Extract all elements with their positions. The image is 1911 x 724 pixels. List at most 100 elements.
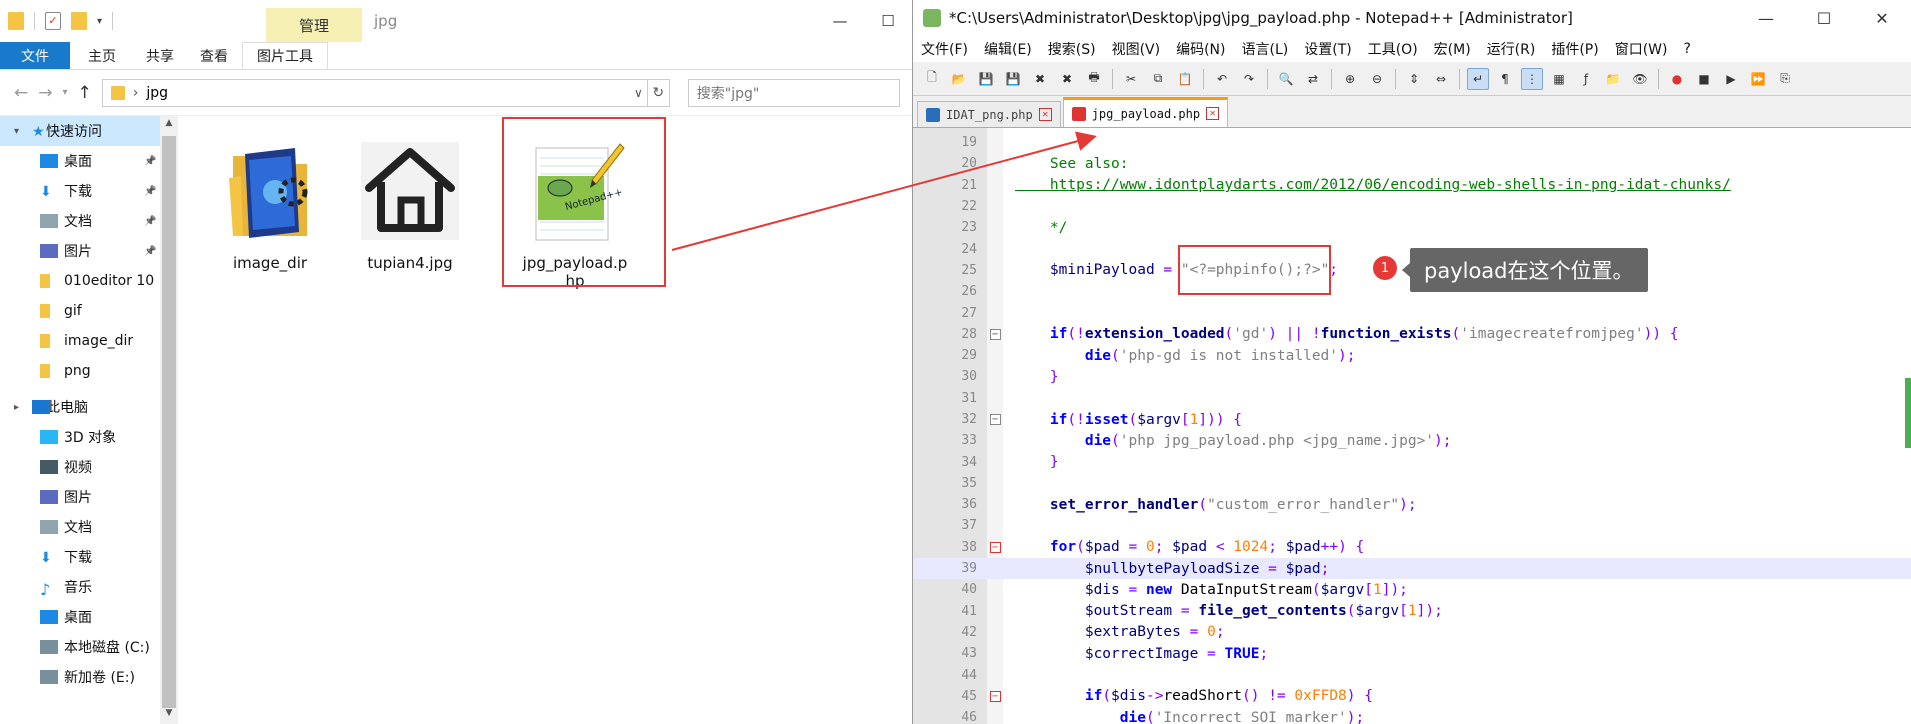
chevron-down-icon[interactable]: ∨ <box>634 86 643 100</box>
run-macro-icon[interactable]: ⏩ <box>1747 68 1769 90</box>
show-all-chars-icon[interactable]: ¶ <box>1494 68 1516 90</box>
file-item-tupian4-jpg[interactable]: tupian4.jpg <box>345 136 475 272</box>
fold-marker[interactable]: − <box>987 414 1003 425</box>
code-editor[interactable]: 19 20 See also: 21 https://www.idontplayda… <box>913 128 1911 724</box>
chevron-down-icon[interactable]: ▸ <box>14 402 19 413</box>
menu-item[interactable]: 语言(L) <box>1242 39 1289 59</box>
new-folder-icon[interactable] <box>71 12 87 30</box>
record-macro-icon[interactable]: ● <box>1666 68 1688 90</box>
up-arrow-icon[interactable]: ↑ <box>78 83 92 103</box>
folder-as-workspace-icon[interactable]: 📁 <box>1602 68 1624 90</box>
nav-item[interactable]: ▸ 此电脑 <box>0 392 176 422</box>
nav-item[interactable]: 桌面 📌 <box>0 146 176 176</box>
menu-item[interactable]: 窗口(W) <box>1615 39 1668 59</box>
menu-item[interactable]: 运行(R) <box>1487 39 1536 59</box>
nav-scrollbar[interactable]: ▲ ▼ <box>160 116 178 724</box>
save-icon[interactable]: 💾 <box>975 68 997 90</box>
tab-file[interactable]: 文件 <box>0 42 70 69</box>
menu-item[interactable]: 编辑(E) <box>984 39 1032 59</box>
zoom-in-icon[interactable]: ⊕ <box>1339 68 1361 90</box>
close-icon[interactable]: ✖ <box>1029 68 1051 90</box>
close-button[interactable]: ✕ <box>1853 0 1911 36</box>
doc-map-icon[interactable]: ▦ <box>1548 68 1570 90</box>
nav-item[interactable]: png <box>0 356 176 386</box>
nav-item[interactable]: 3D 对象 <box>0 422 176 452</box>
fold-marker[interactable]: − <box>987 690 1003 702</box>
minimize-button[interactable]: — <box>816 0 864 42</box>
function-list-icon[interactable]: ƒ <box>1575 68 1597 90</box>
collapse-icon[interactable]: − <box>989 541 1001 553</box>
menu-item[interactable]: 文件(F) <box>921 39 968 59</box>
menu-item[interactable]: 设置(T) <box>1304 39 1351 59</box>
scroll-up-arrow[interactable]: ▲ <box>160 118 178 134</box>
menu-item[interactable]: 插件(P) <box>1551 39 1598 59</box>
nav-item[interactable]: 图片 <box>0 482 176 512</box>
nav-item[interactable]: 010editor 10 <box>0 266 176 296</box>
nav-item[interactable]: 本地磁盘 (C:) <box>0 632 176 662</box>
chevron-down-icon[interactable]: ▾ <box>97 16 102 27</box>
new-file-icon[interactable]: 🗋 <box>921 68 943 90</box>
play-macro-icon[interactable]: ▶ <box>1720 68 1742 90</box>
recent-locations-icon[interactable]: ▾ <box>63 87 68 98</box>
menu-item[interactable]: ? <box>1684 41 1691 57</box>
stop-macro-icon[interactable]: ■ <box>1693 68 1715 90</box>
nav-item[interactable]: 文档 <box>0 512 176 542</box>
save-macro-icon[interactable]: ⎘ <box>1774 68 1796 90</box>
collapse-icon[interactable]: − <box>989 690 1001 702</box>
scroll-down-arrow[interactable]: ▼ <box>160 708 178 724</box>
save-all-icon[interactable]: 💾 <box>1002 68 1024 90</box>
copy-icon[interactable]: ⧉ <box>1147 68 1169 90</box>
tab-view[interactable]: 查看 <box>186 42 242 69</box>
scrollbar-thumb[interactable] <box>162 136 176 708</box>
collapse-icon[interactable]: − <box>989 414 1001 425</box>
nav-item[interactable]: 视频 <box>0 452 176 482</box>
tab-jpg-payload-php[interactable]: jpg_payload.php ✕ <box>1062 97 1229 127</box>
replace-icon[interactable]: ⇄ <box>1302 68 1324 90</box>
menu-item[interactable]: 视图(V) <box>1112 39 1161 59</box>
nav-item[interactable]: image_dir <box>0 326 176 356</box>
paste-icon[interactable]: 📋 <box>1174 68 1196 90</box>
sync-horizontal-icon[interactable]: ⇔ <box>1430 68 1452 90</box>
close-icon[interactable]: ✕ <box>1206 107 1220 120</box>
word-wrap-icon[interactable]: ↵ <box>1467 67 1489 90</box>
fold-marker[interactable]: − <box>987 541 1003 553</box>
menu-item[interactable]: 搜索(S) <box>1048 39 1096 59</box>
sync-vertical-icon[interactable]: ⇕ <box>1403 68 1425 90</box>
open-file-icon[interactable]: 📂 <box>948 68 970 90</box>
search-input[interactable]: 搜索"jpg" <box>687 78 900 107</box>
monitoring-icon[interactable]: 👁 <box>1629 68 1651 90</box>
nav-item[interactable]: ▾ ★ 快速访问 <box>0 116 176 146</box>
menu-item[interactable]: 宏(M) <box>1434 39 1471 59</box>
cut-icon[interactable]: ✂ <box>1120 68 1142 90</box>
nav-item[interactable]: gif <box>0 296 176 326</box>
nav-item[interactable]: 文档 📌 <box>0 206 176 236</box>
nav-item[interactable]: 图片 📌 <box>0 236 176 266</box>
chevron-down-icon[interactable]: ▾ <box>14 126 19 137</box>
nav-item[interactable]: 桌面 <box>0 602 176 632</box>
minimize-button[interactable]: — <box>1737 0 1795 36</box>
collapse-icon[interactable]: − <box>989 328 1001 340</box>
close-icon[interactable]: ✕ <box>1038 108 1052 121</box>
indent-guide-icon[interactable]: ⋮ <box>1521 67 1543 90</box>
back-arrow-icon[interactable]: ← <box>14 83 28 103</box>
address-bar[interactable]: › jpg ∨ <box>101 78 648 107</box>
file-item-image-dir[interactable]: image_dir <box>205 136 335 272</box>
close-all-icon[interactable]: ✖ <box>1056 68 1078 90</box>
nav-item[interactable]: ♪ 音乐 <box>0 572 176 602</box>
menu-item[interactable]: 工具(O) <box>1368 39 1418 59</box>
zoom-out-icon[interactable]: ⊖ <box>1366 68 1388 90</box>
maximize-button[interactable]: ☐ <box>864 0 912 42</box>
tab-idat-png-php[interactable]: IDAT_png.php ✕ <box>917 101 1061 127</box>
redo-icon[interactable]: ↷ <box>1238 68 1260 90</box>
refresh-icon[interactable]: ↻ <box>647 78 670 107</box>
nav-item[interactable]: ⬇ 下载 📌 <box>0 176 176 206</box>
print-icon[interactable]: 🖶 <box>1083 68 1105 90</box>
nav-item[interactable]: 新加卷 (E:) <box>0 662 176 692</box>
forward-arrow-icon[interactable]: → <box>38 83 52 103</box>
tab-share[interactable]: 共享 <box>134 42 186 69</box>
maximize-button[interactable]: ☐ <box>1795 0 1853 36</box>
undo-icon[interactable]: ↶ <box>1211 68 1233 90</box>
find-icon[interactable]: 🔍 <box>1275 68 1297 90</box>
properties-icon[interactable]: ✓ <box>45 12 61 30</box>
nav-item[interactable]: ⬇ 下载 <box>0 542 176 572</box>
